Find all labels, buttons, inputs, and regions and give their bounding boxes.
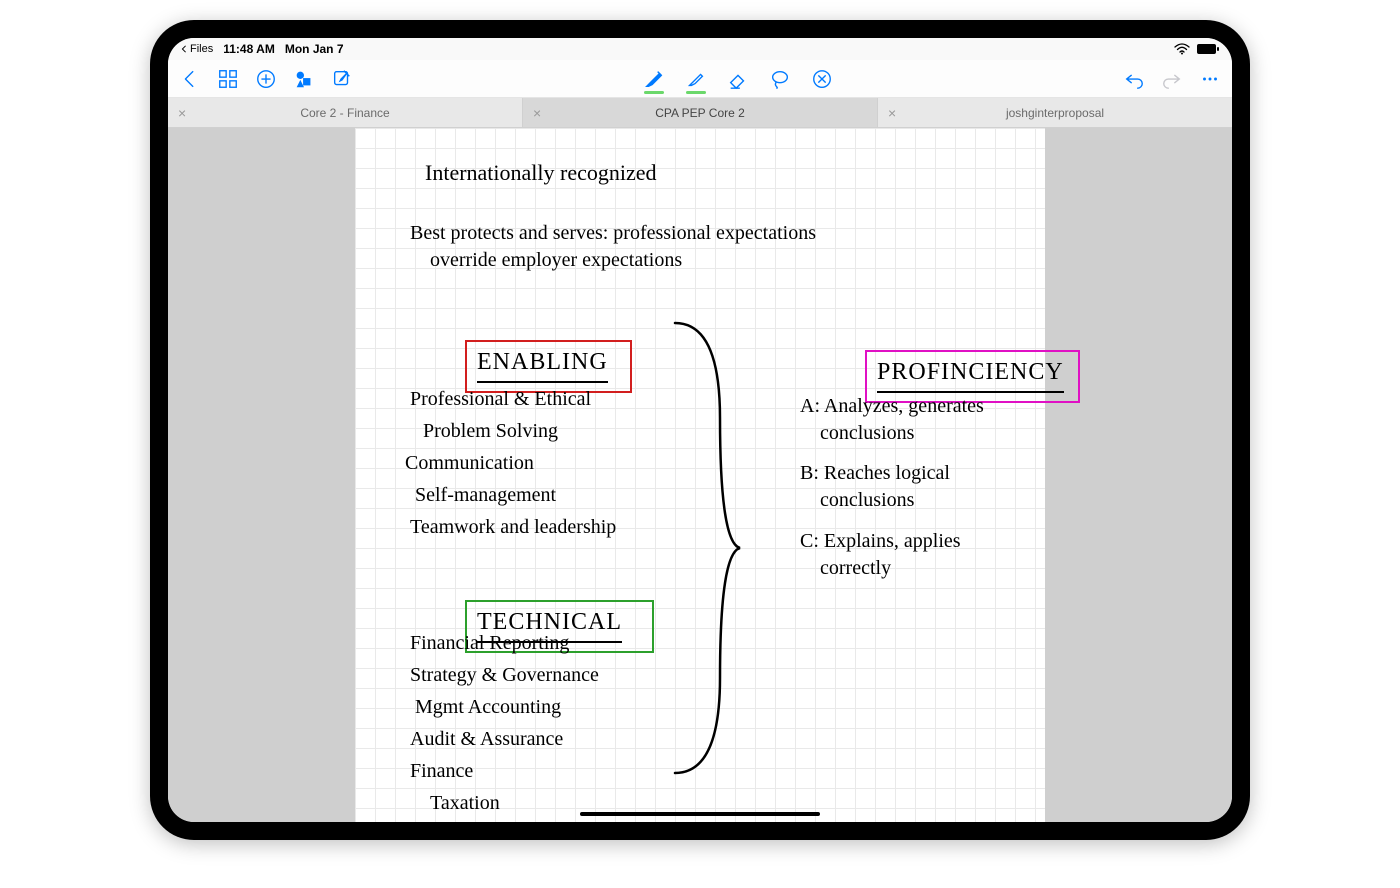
enabling-item: Communication <box>405 450 534 477</box>
ipad-screen: Files 11:48 AM Mon Jan 7 <box>168 38 1232 822</box>
proficiency-heading: PROFINCIENCY <box>877 356 1064 392</box>
enabling-heading: ENABLING <box>477 346 608 382</box>
add-page-icon[interactable] <box>254 67 278 91</box>
back-button[interactable] <box>178 67 202 91</box>
shapes-icon[interactable] <box>292 67 316 91</box>
document-tab[interactable]: × Core 2 - Finance <box>168 98 523 127</box>
status-date: Mon Jan 7 <box>285 42 344 56</box>
enabling-item: Self-management <box>415 482 556 509</box>
note-canvas-area[interactable]: Internationally recognized Best protects… <box>168 128 1232 822</box>
status-bar: Files 11:48 AM Mon Jan 7 <box>168 38 1232 60</box>
technical-item: Audit & Assurance <box>410 726 563 753</box>
eraser-tool-icon[interactable] <box>726 67 750 91</box>
enabling-item: Teamwork and leadership <box>410 514 616 541</box>
pen-tool-icon[interactable] <box>642 67 666 91</box>
technical-item: Mgmt Accounting <box>415 694 561 721</box>
tab-label: CPA PEP Core 2 <box>655 106 745 120</box>
redo-icon[interactable] <box>1160 67 1184 91</box>
status-time: 11:48 AM <box>223 42 275 56</box>
app-toolbar <box>168 60 1232 98</box>
breadcrumb-back-to-app[interactable]: Files <box>180 43 213 55</box>
highlighter-tool-icon[interactable] <box>684 67 708 91</box>
handwriting-line: Internationally recognized <box>425 158 657 188</box>
tab-label: joshginterproposal <box>1006 106 1104 120</box>
proficiency-level: A: Analyzes, generates conclusions <box>800 393 984 447</box>
compose-icon[interactable] <box>330 67 354 91</box>
technical-item: Strategy & Governance <box>410 662 599 689</box>
close-tab-icon[interactable]: × <box>533 105 541 121</box>
home-indicator[interactable] <box>580 812 820 816</box>
technical-item: Finance <box>410 758 473 785</box>
more-options-icon[interactable] <box>1198 67 1222 91</box>
proficiency-level: B: Reaches logical conclusions <box>800 460 950 514</box>
breadcrumb-app-label: Files <box>190 43 213 55</box>
tab-label: Core 2 - Finance <box>300 106 389 120</box>
clear-tool-icon[interactable] <box>810 67 834 91</box>
undo-icon[interactable] <box>1122 67 1146 91</box>
ipad-device-frame: Files 11:48 AM Mon Jan 7 <box>150 20 1250 840</box>
note-page[interactable]: Internationally recognized Best protects… <box>355 128 1045 822</box>
enabling-item: Problem Solving <box>423 418 558 445</box>
document-tab-bar: × Core 2 - Finance × CPA PEP Core 2 × jo… <box>168 98 1232 128</box>
close-tab-icon[interactable]: × <box>888 105 896 121</box>
wifi-icon <box>1174 43 1190 55</box>
close-tab-icon[interactable]: × <box>178 105 186 121</box>
handwriting-line: Best protects and serves: professional e… <box>410 220 816 274</box>
battery-icon <box>1196 43 1220 55</box>
curly-brace <box>665 318 745 778</box>
technical-item: Taxation <box>430 790 500 817</box>
lasso-tool-icon[interactable] <box>768 67 792 91</box>
enabling-item: Professional & Ethical <box>410 386 591 413</box>
document-tab[interactable]: × CPA PEP Core 2 <box>523 98 878 127</box>
proficiency-level: C: Explains, applies correctly <box>800 528 961 582</box>
technical-item: Financial Reporting <box>410 630 569 657</box>
document-tab[interactable]: × joshginterproposal <box>878 98 1232 127</box>
grid-view-icon[interactable] <box>216 67 240 91</box>
